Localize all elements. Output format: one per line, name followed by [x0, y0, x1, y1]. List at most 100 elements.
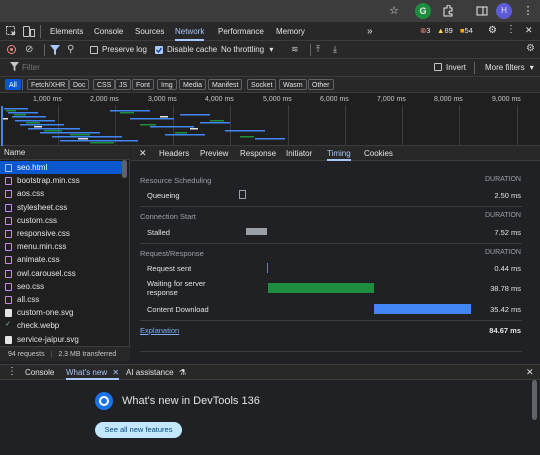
drawer-scrollbar[interactable] [532, 380, 537, 420]
invert-checkbox[interactable] [434, 63, 442, 71]
warning-count[interactable]: ▲89 [437, 26, 453, 35]
stalled-bar [246, 228, 267, 235]
drawer-tab-whats-new[interactable]: What's new ✕ [66, 365, 120, 380]
overview-tick: 9,000 ms [492, 96, 521, 103]
name-column-header[interactable]: Name [0, 146, 130, 160]
type-chip-css[interactable]: CSS [93, 79, 116, 90]
type-chip-other[interactable]: Other [308, 79, 334, 90]
request-row[interactable]: owl.carousel.css [0, 267, 122, 280]
section-separator [140, 206, 522, 207]
total-separator [140, 320, 522, 321]
network-overview-timeline[interactable]: 1,000 ms 2,000 ms 3,000 ms 4,000 ms 5,00… [0, 92, 540, 146]
request-name: stylesheet.css [17, 202, 68, 212]
drawer-tab-ai-assistance[interactable]: AI assistance ⚗ [126, 365, 186, 380]
profile-avatar[interactable]: H [496, 3, 512, 19]
close-drawer-icon[interactable]: ✕ [526, 365, 534, 380]
type-chip-fetch-xhr[interactable]: Fetch/XHR [27, 79, 70, 90]
see-all-new-features-button[interactable]: See all new features [95, 422, 182, 438]
request-row[interactable]: stylesheet.css [0, 201, 122, 214]
settings-gear-icon[interactable]: ⚙ [488, 25, 497, 36]
type-chip-all[interactable]: All [5, 79, 21, 90]
type-chip-manifest[interactable]: Manifest [208, 79, 243, 90]
request-name: service-jaipur.svg [17, 334, 79, 344]
request-row[interactable]: custom.css [0, 214, 122, 227]
issue-count[interactable]: ■54 [460, 26, 473, 35]
tab-network[interactable]: Network [175, 22, 205, 41]
request-row[interactable]: animate.css [0, 253, 122, 266]
request-name: all.css [17, 295, 40, 304]
request-name: check.webp [17, 321, 60, 331]
request-row[interactable]: responsive.css [0, 227, 122, 240]
request-sent-duration: 0.44 ms [494, 264, 521, 273]
request-details-panel: ✕ Headers Preview Response Initiator Tim… [131, 146, 540, 361]
type-chip-media[interactable]: Media [179, 79, 207, 90]
tab-elements[interactable]: Elements [50, 22, 83, 41]
drawer-menu-icon[interactable]: ⋮ [7, 365, 17, 380]
import-har-icon[interactable]: ⤒ [316, 44, 320, 55]
close-devtools-icon[interactable]: ✕ [525, 25, 533, 36]
whats-new-tab-label: What's new [66, 368, 108, 377]
error-count[interactable]: ⊗3 [420, 26, 430, 35]
filter-funnel-icon[interactable] [50, 45, 60, 57]
type-chip-socket[interactable]: Socket [247, 79, 277, 90]
request-row[interactable]: service-jaipur.svg [0, 333, 122, 346]
tab-cookies[interactable]: Cookies [364, 146, 393, 161]
close-tab-icon[interactable]: ✕ [112, 368, 119, 377]
request-row[interactable]: bootstrap.min.css [0, 174, 122, 187]
tab-timing[interactable]: Timing [327, 146, 351, 161]
request-name: animate.css [17, 255, 60, 265]
tab-initiator[interactable]: Initiator [286, 146, 312, 161]
stylesheet-file-icon [5, 190, 12, 199]
request-name: aos.css [17, 189, 45, 199]
drawer-tab-console[interactable]: Console [25, 365, 54, 380]
request-row[interactable]: seo.html [0, 161, 122, 175]
network-settings-gear-icon[interactable]: ⚙ [526, 43, 535, 54]
tab-performance[interactable]: Performance [218, 22, 264, 41]
customize-menu-icon[interactable]: ⋮ [506, 24, 516, 35]
request-row[interactable]: menu.min.css [0, 240, 122, 253]
request-row[interactable]: custom-one.svg [0, 306, 122, 319]
more-filters-label: More filters [485, 63, 525, 72]
type-chip-doc[interactable]: Doc [69, 79, 90, 90]
type-chip-js[interactable]: JS [115, 79, 132, 90]
explanation-link[interactable]: Explanation [140, 326, 179, 335]
chevron-down-icon: ▾ [529, 63, 534, 72]
search-icon[interactable]: ⚲ [67, 44, 74, 55]
extension-g-icon[interactable]: G [415, 3, 431, 19]
tab-response[interactable]: Response [240, 146, 276, 161]
overview-tick: 5,000 ms [263, 96, 292, 103]
request-row[interactable]: seo.css [0, 280, 122, 293]
preserve-log-checkbox[interactable] [90, 46, 98, 54]
request-row[interactable]: aos.css [0, 187, 122, 200]
request-row[interactable]: ✓ check.webp [0, 319, 122, 332]
request-list-scrollbar[interactable] [122, 160, 127, 178]
filter-input[interactable] [22, 61, 202, 74]
more-filters-dropdown[interactable]: More filters ▾ [485, 63, 534, 72]
more-tabs-icon[interactable]: » [367, 22, 373, 41]
type-chip-font[interactable]: Font [132, 79, 155, 90]
details-tab-bar: ✕ Headers Preview Response Initiator Tim… [131, 146, 540, 161]
network-conditions-icon[interactable]: ≋ [291, 44, 299, 55]
type-chip-img[interactable]: Img [157, 79, 177, 90]
device-toolbar-icon[interactable] [23, 26, 35, 39]
request-name: custom-one.svg [17, 308, 74, 318]
tab-console[interactable]: Console [94, 22, 123, 41]
type-chip-wasm[interactable]: Wasm [279, 79, 307, 90]
close-details-icon[interactable]: ✕ [139, 146, 147, 161]
tab-headers[interactable]: Headers [159, 146, 189, 161]
tab-sources[interactable]: Sources [135, 22, 164, 41]
bookmark-star-icon[interactable]: ☆ [386, 3, 402, 19]
throttling-select[interactable]: No throttling ▾ [221, 45, 273, 54]
inspect-element-icon[interactable] [6, 26, 17, 39]
tab-memory[interactable]: Memory [276, 22, 305, 41]
clear-icon[interactable]: ⊘ [25, 44, 33, 55]
disable-cache-checkbox[interactable] [155, 46, 163, 54]
browser-menu-icon[interactable]: ⋮ [520, 3, 536, 19]
extensions-puzzle-icon[interactable] [440, 3, 456, 19]
stylesheet-file-icon [5, 177, 12, 186]
export-har-icon[interactable]: ⤓ [333, 44, 337, 55]
sidebar-panel-icon[interactable] [474, 3, 490, 19]
request-row[interactable]: all.css [0, 293, 122, 306]
tab-preview[interactable]: Preview [200, 146, 228, 161]
record-icon[interactable] [7, 45, 16, 54]
